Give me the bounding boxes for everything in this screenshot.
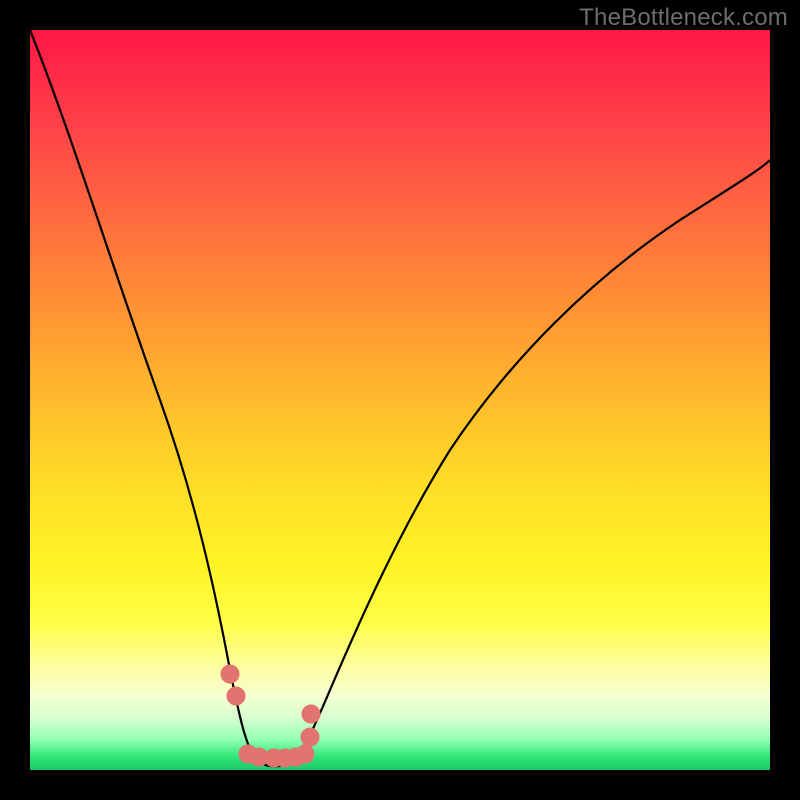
chart-frame: TheBottleneck.com: [0, 0, 800, 800]
plot-area: [30, 30, 770, 770]
bottleneck-curve: [30, 30, 770, 766]
curve-layer: [30, 30, 770, 770]
highlight-dots: [221, 665, 320, 767]
watermark-text: TheBottleneck.com: [579, 4, 788, 32]
